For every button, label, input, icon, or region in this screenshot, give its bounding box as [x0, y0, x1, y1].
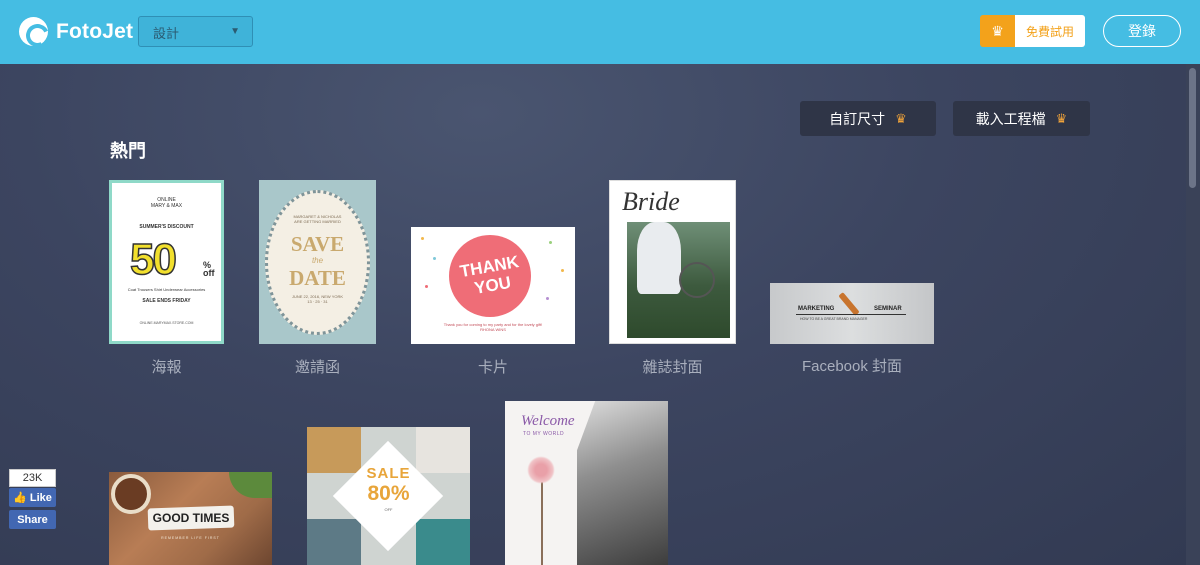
thumb-text: JUNE 22, 2016, NEW YORK 13 · 25 · 31: [291, 294, 344, 304]
coffee-cup: [111, 474, 151, 514]
thumbs-up-icon: 👍: [13, 492, 27, 504]
top-bar: FotoJet 設計 ▼ ♛ 免費試用 登錄: [0, 0, 1200, 64]
confetti-dot: [549, 241, 552, 244]
thumb-text: % off: [203, 260, 215, 278]
thumb-text: DATE: [289, 266, 346, 290]
template-thumb-facebook-cover[interactable]: MARKETING SEMINAR HOW TO BE A GREAT BRAN…: [770, 283, 934, 344]
thumb-text: OFF: [384, 507, 393, 512]
brand-name: FotoJet: [56, 19, 134, 43]
thumb-text: REMEMBER LIFE FIRST: [161, 536, 220, 540]
caret-down-icon: ▼: [230, 26, 240, 37]
thumb-text: 80%: [367, 482, 410, 505]
thumb-text: TO MY WORLD: [523, 431, 565, 437]
confetti-dot: [546, 297, 549, 300]
login-button[interactable]: 登錄: [1103, 15, 1181, 47]
portrait-photo: [577, 401, 668, 565]
thumb-text: Welcome: [521, 413, 575, 429]
like-label: Like: [29, 491, 52, 504]
category-label-poster[interactable]: 海報: [109, 356, 224, 377]
free-trial-label: 免費試用: [1015, 15, 1085, 47]
category-label-card[interactable]: 卡片: [411, 356, 575, 377]
photo-tile: [416, 519, 470, 565]
category-label-facebook-cover[interactable]: Facebook 封面: [770, 355, 934, 376]
design-dropdown-value: 設計: [153, 26, 180, 41]
custom-size-button[interactable]: 自訂尺寸 ♛: [800, 101, 936, 136]
thumb-text: ONLINE MARY & MAX: [150, 197, 183, 209]
thumb-text: MARGARET & NICHOLAS ARE GETTING MARRIED: [293, 214, 342, 224]
thumb-text: SALE: [366, 465, 411, 482]
plant-shape: [229, 472, 272, 498]
thumb-text: ONLINE.MARYMAX.STORE.COM: [139, 321, 194, 325]
load-project-button[interactable]: 載入工程檔 ♛: [953, 101, 1090, 136]
dress-shape: [637, 222, 681, 294]
thumb-text: MARKETING: [798, 306, 835, 312]
divider: [796, 314, 906, 315]
thumb-text: Thank you for coming to my party and for…: [443, 322, 543, 332]
fotojet-logo[interactable]: FotoJet: [19, 17, 133, 46]
category-label-invitation[interactable]: 邀請函: [259, 356, 376, 377]
confetti-dot: [433, 257, 436, 260]
thumb-text: GOOD TIMES: [152, 511, 230, 525]
template-thumb-sale[interactable]: SALE 80% OFF: [307, 427, 470, 565]
photo-tile: [307, 519, 361, 565]
category-label-magazine[interactable]: 雜誌封面: [609, 356, 736, 377]
crown-icon: ♛: [980, 15, 1015, 47]
template-thumb-poster[interactable]: ONLINE MARY & MAX SUMMER'S DISCOUNT 50 %…: [109, 180, 224, 344]
thumb-text: SAVE: [290, 232, 345, 256]
confetti-dot: [561, 269, 564, 272]
template-thumb-invitation[interactable]: MARGARET & NICHOLAS ARE GETTING MARRIED …: [259, 180, 376, 344]
template-thumb-welcome[interactable]: Welcome TO MY WORLD: [505, 401, 668, 565]
pen-shape: [838, 292, 860, 316]
design-dropdown[interactable]: 設計 ▼: [138, 16, 253, 47]
custom-size-label: 自訂尺寸: [829, 110, 886, 127]
scrollbar-thumb[interactable]: [1189, 68, 1196, 188]
template-thumb-magazine[interactable]: Bride: [609, 180, 736, 344]
page-scrollbar[interactable]: [1186, 64, 1200, 565]
thumb-text: SUMMER'S DISCOUNT: [139, 224, 194, 230]
thumb-text: SEMINAR: [874, 306, 902, 312]
template-thumb-good-times[interactable]: GOOD TIMES REMEMBER LIFE FIRST: [109, 472, 272, 565]
crown-icon: ♛: [1055, 110, 1068, 126]
crown-icon: ♛: [895, 110, 907, 126]
thumb-text: Bride: [622, 187, 680, 216]
facebook-like-button[interactable]: 👍 Like: [9, 488, 56, 507]
thumb-text: the: [311, 256, 324, 265]
like-count: 23K: [9, 469, 56, 487]
thumb-text: 50: [129, 234, 177, 285]
fotojet-logo-icon: [19, 17, 48, 46]
facebook-share-button[interactable]: Share: [9, 510, 56, 529]
template-thumb-card[interactable]: THANK YOU Thank you for coming to my par…: [411, 227, 575, 344]
confetti-dot: [425, 285, 428, 288]
thumb-text: HOW TO BE A GREAT BRAND MANAGER: [800, 317, 868, 321]
load-project-label: 載入工程檔: [975, 110, 1046, 127]
cover-photo: [627, 222, 730, 338]
thumb-text: SALE ENDS FRIDAY: [142, 298, 191, 304]
flower-stem: [541, 481, 543, 565]
thumb-text: Coat Trousers Shirt Underwear Accessorie…: [127, 287, 206, 292]
bicycle-wheel: [679, 262, 715, 298]
confetti-dot: [421, 237, 424, 240]
free-trial-button[interactable]: ♛ 免費試用: [980, 15, 1085, 47]
flower-shape: [527, 456, 555, 484]
section-title-popular: 熱門: [110, 141, 146, 161]
